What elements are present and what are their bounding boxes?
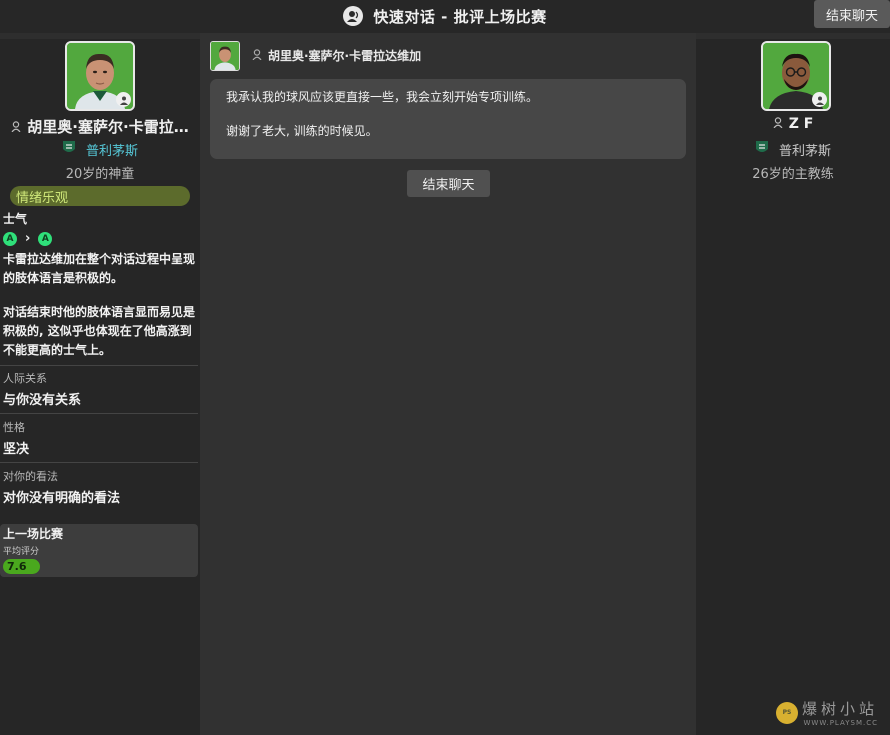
conversation-icon — [343, 6, 364, 26]
player-panel: 胡里奥·塞萨尔·卡雷拉… 普利茅斯 20岁的神童 情绪乐观 士气 A › A 卡… — [0, 39, 200, 735]
club-crest-icon — [62, 140, 76, 159]
relationship-label: 人际关系 — [3, 372, 47, 385]
page-title: 快速对话 - 批评上场比赛 — [373, 7, 547, 26]
end-chat-button[interactable]: 结束聊天 — [814, 0, 890, 28]
end-chat-button-inline[interactable]: 结束聊天 — [407, 170, 490, 197]
watermark-logo-icon: PS — [775, 701, 798, 724]
opinion-value: 对你没有明确的看法 — [3, 491, 121, 506]
morale-change: A › A — [3, 231, 53, 246]
divider — [0, 365, 198, 366]
person-icon — [773, 116, 783, 132]
title-group: 快速对话 - 批评上场比赛 — [0, 5, 890, 27]
top-bar: 快速对话 - 批评上场比赛 结束聊天 — [0, 0, 890, 33]
watermark-text: 爆树小站 WWW.PLAYSM.CC — [802, 698, 878, 727]
watermark: PS 爆树小站 WWW.PLAYSM.CC — [775, 698, 878, 727]
conversation-panel: 胡里奥·塞萨尔·卡雷拉达维加 我承认我的球风应该更直接一些，我会立刻开始专项训练… — [200, 33, 696, 735]
player-name[interactable]: 胡里奥·塞萨尔·卡雷拉… — [27, 116, 188, 137]
message-line-1: 我承认我的球风应该更直接一些，我会立刻开始专项训练。 — [226, 90, 539, 104]
message-header: 胡里奥·塞萨尔·卡雷拉达维加 — [252, 47, 421, 64]
last-match-title: 上一场比赛 — [3, 527, 64, 541]
player-club-name[interactable]: 普利茅斯 — [86, 140, 138, 159]
manager-name-row: Z F — [696, 116, 890, 132]
message-line-2: 谢谢了老大, 训练的时候见。 — [226, 124, 378, 138]
person-icon — [11, 118, 21, 136]
manager-name[interactable]: Z F — [789, 116, 814, 132]
body-language-text-2: 对话结束时他的肢体语言显而易见是积极的, 这似乎也体现在了他高涨到不能更高的士气… — [3, 305, 196, 357]
mood-indicator: 情绪乐观 — [10, 186, 190, 206]
body-language-text-1: 卡雷拉达维加在整个对话过程中呈现的肢体语言是积极的。 — [3, 252, 196, 285]
personality-value: 坚决 — [3, 442, 30, 457]
personality-label: 性格 — [3, 421, 25, 434]
avg-rating-label: 平均评分 — [3, 547, 40, 557]
player-age-description: 20岁的神童 — [65, 167, 135, 182]
sender-avatar — [210, 41, 240, 71]
relationship-value: 与你没有关系 — [3, 393, 82, 408]
message-sender-name[interactable]: 胡里奥·塞萨尔·卡雷拉达维加 — [268, 47, 421, 64]
opinion-label: 对你的看法 — [3, 470, 58, 483]
manager-club-name[interactable]: 普利茅斯 — [779, 140, 831, 159]
player-club-row: 普利茅斯 — [0, 140, 200, 159]
avg-rating-value: 7.6 — [3, 559, 40, 574]
watermark-url: WWW.PLAYSM.CC — [803, 719, 878, 727]
arrow-right-icon: › — [25, 231, 31, 246]
morale-after-icon: A — [38, 231, 53, 246]
person-badge-icon — [812, 92, 827, 107]
manager-age-description: 26岁的主教练 — [752, 167, 834, 182]
person-icon — [252, 48, 262, 63]
player-name-row: 胡里奥·塞萨尔·卡雷拉… — [0, 116, 200, 137]
divider — [0, 413, 198, 414]
manager-club-row: 普利茅斯 — [696, 140, 890, 159]
message-bubble: 我承认我的球风应该更直接一些，我会立刻开始专项训练。 谢谢了老大, 训练的时候见… — [210, 79, 686, 159]
manager-avatar[interactable] — [761, 41, 831, 111]
manager-panel: Z F 普利茅斯 26岁的主教练 — [696, 39, 890, 735]
watermark-cn: 爆树小站 — [801, 700, 878, 718]
divider — [0, 462, 198, 463]
club-crest-icon — [755, 140, 769, 159]
morale-before-icon: A — [3, 231, 17, 246]
player-avatar[interactable] — [65, 41, 135, 111]
last-match-card[interactable]: 上一场比赛 平均评分 7.6 — [0, 524, 198, 577]
morale-label: 士气 — [3, 212, 28, 226]
person-badge-icon — [116, 92, 131, 107]
